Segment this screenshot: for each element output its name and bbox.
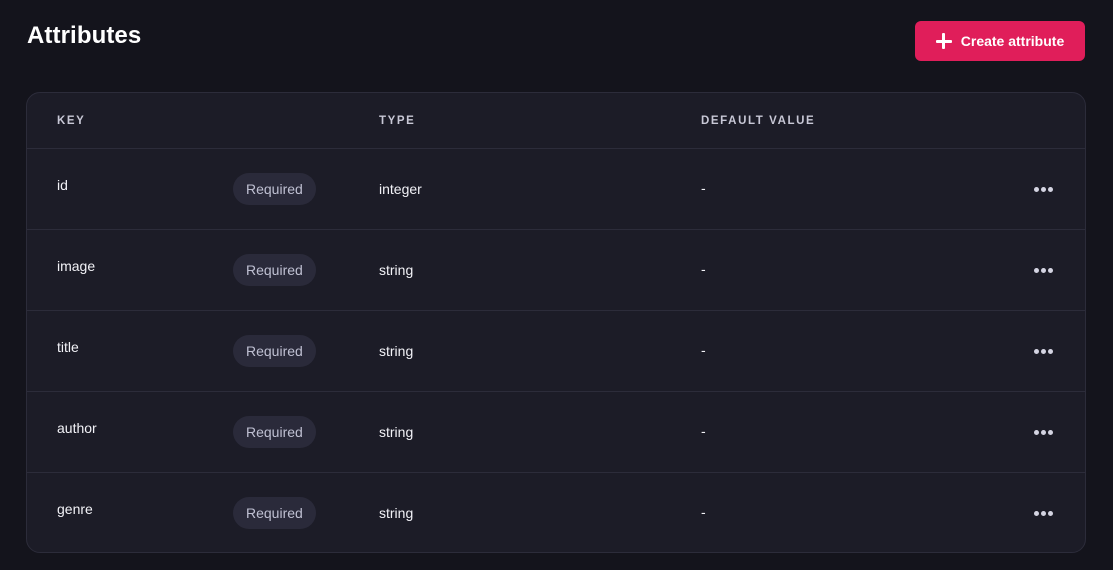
row-actions-button[interactable] — [1027, 177, 1059, 201]
required-badge: Required — [233, 335, 316, 367]
more-horizontal-icon — [1033, 267, 1053, 273]
row-actions-button[interactable] — [1027, 258, 1059, 282]
table-row: id Required integer - — [27, 149, 1085, 230]
attribute-type: string — [379, 505, 414, 521]
attribute-key: author — [57, 420, 97, 436]
create-attribute-label: Create attribute — [960, 33, 1065, 49]
attribute-default-value: - — [701, 423, 706, 439]
attribute-key: image — [57, 258, 96, 274]
attribute-key: genre — [57, 501, 93, 517]
table-row: title Required string - — [27, 311, 1085, 392]
more-horizontal-icon — [1033, 510, 1053, 516]
attribute-default-value: - — [701, 180, 706, 196]
table-row: author Required string - — [27, 392, 1085, 473]
plus-icon — [935, 33, 952, 49]
column-header-default-value: DEFAULT VALUE — [701, 115, 816, 127]
page-title: Attributes — [27, 22, 142, 49]
column-header-type: TYPE — [379, 115, 416, 127]
row-actions-button[interactable] — [1027, 420, 1059, 444]
table-header: KEY TYPE DEFAULT VALUE — [27, 93, 1085, 149]
row-actions-button[interactable] — [1027, 339, 1059, 363]
table-row: genre Required string - — [27, 473, 1085, 552]
required-badge: Required — [233, 416, 316, 448]
required-badge: Required — [233, 254, 316, 286]
attribute-default-value: - — [701, 261, 706, 277]
required-badge: Required — [233, 173, 316, 205]
required-badge: Required — [233, 497, 316, 529]
attribute-type: string — [379, 424, 414, 440]
table-row: image Required string - — [27, 230, 1085, 311]
more-horizontal-icon — [1033, 186, 1053, 192]
attribute-key: title — [57, 339, 79, 355]
attributes-page: Attributes Create attribute KEY TYPE DEF… — [0, 0, 1113, 570]
create-attribute-button[interactable]: Create attribute — [915, 21, 1085, 61]
column-header-key: KEY — [57, 115, 86, 127]
attributes-table: KEY TYPE DEFAULT VALUE id Required integ… — [26, 92, 1086, 553]
attribute-default-value: - — [701, 342, 706, 358]
attribute-key: id — [57, 177, 68, 193]
more-horizontal-icon — [1033, 429, 1053, 435]
row-actions-button[interactable] — [1027, 501, 1059, 525]
attribute-type: string — [379, 262, 414, 278]
attribute-type: string — [379, 343, 414, 359]
attribute-default-value: - — [701, 504, 706, 520]
more-horizontal-icon — [1033, 348, 1053, 354]
attribute-type: integer — [379, 181, 422, 197]
